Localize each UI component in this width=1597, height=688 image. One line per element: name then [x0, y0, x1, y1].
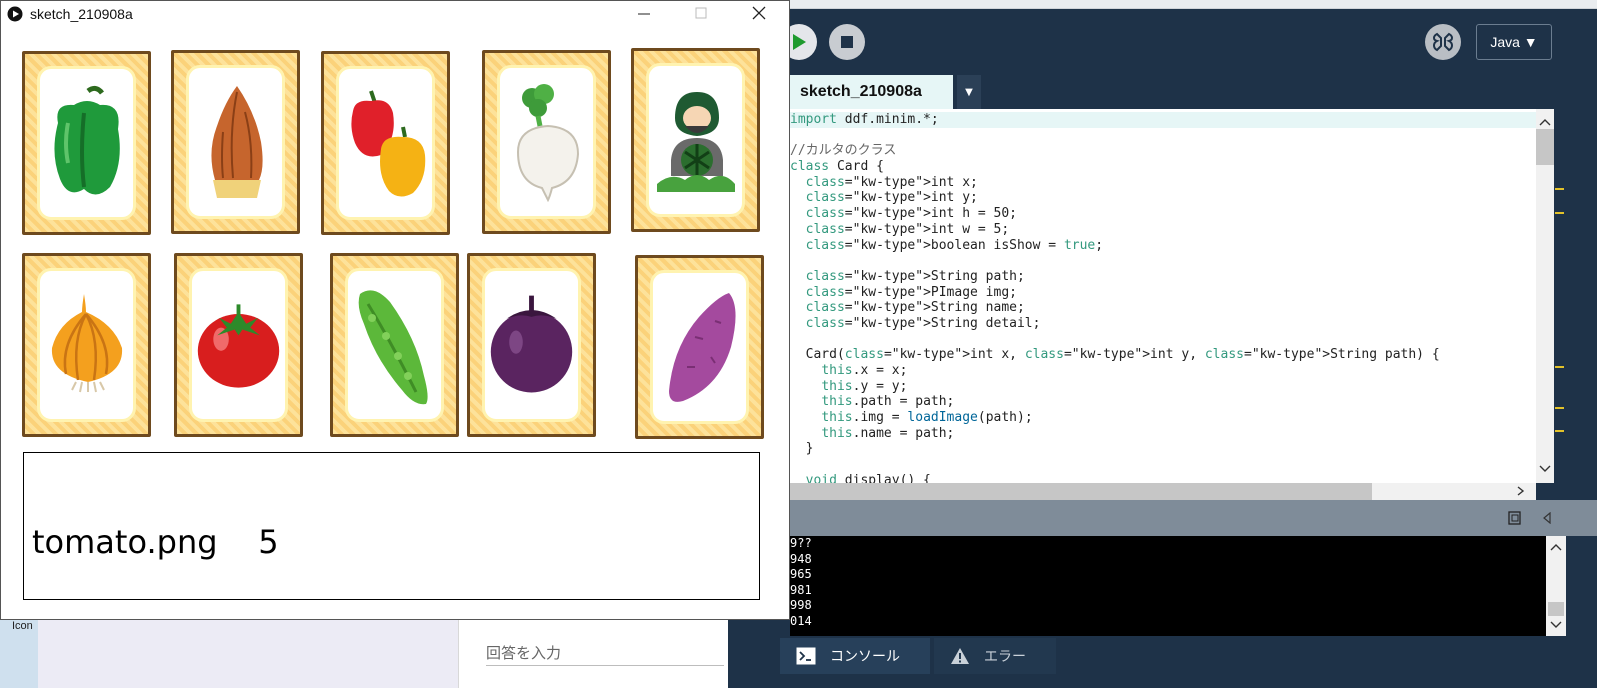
collapse-arrow-icon[interactable] [1542, 512, 1552, 524]
console-output: 9?? 948 965 981 998 014 [790, 536, 1546, 636]
console-tab-label: コンソール [830, 649, 900, 665]
error-marker-column [1554, 109, 1566, 483]
code-line: class="kw-type">PImage img; [805, 284, 1017, 300]
onion-icon [51, 294, 122, 393]
marker[interactable] [1555, 407, 1564, 409]
code-line: class="kw-type">int y; [805, 190, 978, 206]
tab-errors[interactable]: エラー [934, 638, 1056, 674]
watermelon-farmer-icon [656, 92, 735, 192]
marker[interactable] [1555, 430, 1564, 432]
butterfly-icon [1433, 32, 1453, 52]
tab-console[interactable]: コンソール [780, 638, 930, 674]
stop-button[interactable] [829, 24, 865, 60]
window-title: sketch_210908a [30, 6, 133, 22]
maximize-icon[interactable] [690, 5, 712, 21]
tab-sketch[interactable]: sketch_210908a [790, 75, 953, 109]
card-sweet-potato[interactable] [635, 255, 764, 439]
marker[interactable] [1555, 188, 1564, 190]
code-lines: import ddf.minim.*; //カルタのクラス class Card … [790, 112, 1536, 483]
card-green-pepper[interactable] [22, 51, 151, 235]
code-line: import ddf.minim.*; [790, 112, 1536, 128]
card-turnip[interactable] [482, 50, 611, 234]
code-line: this.x = x; [821, 363, 908, 378]
console-divider[interactable] [790, 500, 1597, 536]
sweet-potato-icon [668, 293, 736, 402]
console-scroll-arrows-icon [1548, 544, 1564, 628]
tomato-icon [197, 304, 280, 388]
bitter-gourd-icon [358, 290, 428, 405]
bell-peppers-icon [350, 90, 425, 197]
answer-input[interactable] [486, 640, 724, 666]
card-bell-peppers[interactable] [321, 51, 450, 235]
scroll-arrows-icon [1539, 119, 1551, 472]
scroll-right-icon[interactable] [1515, 485, 1527, 497]
card-tomato[interactable] [174, 253, 303, 437]
code-line: Card(class="kw-type">int x, class="kw-ty… [790, 347, 1440, 363]
card-bitter-gourd[interactable] [330, 253, 459, 437]
card-onion[interactable] [22, 253, 151, 437]
console-line: 998 [790, 598, 812, 613]
code-line: class="kw-type">String detail; [805, 315, 1041, 331]
turnip-icon [516, 84, 579, 202]
code-line: class="kw-type">int h = 50; [805, 206, 1017, 222]
marker[interactable] [1555, 366, 1564, 368]
info-text: tomato.png 5 [32, 523, 279, 561]
console-scrollbar[interactable] [1546, 536, 1566, 636]
code-editor[interactable]: import ddf.minim.*; //カルタのクラス class Card … [790, 109, 1536, 483]
console-line: 981 [790, 582, 812, 597]
code-line: class="kw-type">int w = 5; [805, 221, 1010, 237]
card-eggplant[interactable] [467, 253, 596, 437]
card-bamboo-shoot[interactable] [171, 50, 300, 234]
clipboard-icon[interactable] [1507, 510, 1523, 526]
minimize-icon[interactable] [633, 6, 655, 22]
code-line: this.y = y; [821, 378, 908, 394]
editor-vertical-scroll-thumb[interactable] [1536, 129, 1554, 165]
code-line: class="kw-type">boolean isShow = true; [805, 237, 1104, 253]
code-line: class Card { [790, 159, 884, 175]
mode-select[interactable]: Java ▼ [1476, 24, 1552, 60]
editor-horizontal-scroll-thumb[interactable] [790, 483, 1372, 500]
green-pepper-icon [53, 85, 120, 195]
close-icon[interactable] [748, 4, 770, 22]
code-line: } [790, 441, 814, 457]
console-line: 965 [790, 567, 812, 582]
debug-button[interactable] [1425, 24, 1461, 60]
editor-vertical-scrollbar[interactable] [1536, 109, 1554, 483]
code-line: class="kw-type">String path; [805, 268, 1025, 284]
code-line: class="kw-type">int x; [805, 174, 978, 190]
marker[interactable] [1555, 212, 1564, 214]
bamboo-shoot-icon [210, 86, 263, 198]
code-line: void display() { [805, 472, 931, 483]
code-line: this.img = loadImage(path); [821, 410, 1033, 426]
eggplant-icon [490, 295, 573, 393]
warning-icon [951, 648, 969, 664]
console-line: 948 [790, 551, 812, 566]
card-watermelon-farmer[interactable] [631, 48, 760, 232]
terminal-icon [796, 647, 816, 665]
code-line: this.name = path; [821, 425, 955, 441]
desktop-icon-label[interactable]: Icon [12, 620, 33, 632]
tab-menu-button[interactable]: ▼ [957, 75, 981, 109]
play-icon [793, 34, 806, 50]
ide-menu-bar [728, 0, 1597, 9]
error-tab-label: エラー [984, 649, 1026, 665]
code-line: class="kw-type">String name; [805, 300, 1025, 316]
stop-icon [841, 36, 853, 48]
code-line: //カルタのクラス [790, 143, 897, 159]
console-line: 9?? [790, 536, 812, 550]
processing-app-icon [7, 6, 23, 22]
console-line: 014 [790, 613, 812, 628]
code-line: this.path = path; [821, 394, 955, 410]
